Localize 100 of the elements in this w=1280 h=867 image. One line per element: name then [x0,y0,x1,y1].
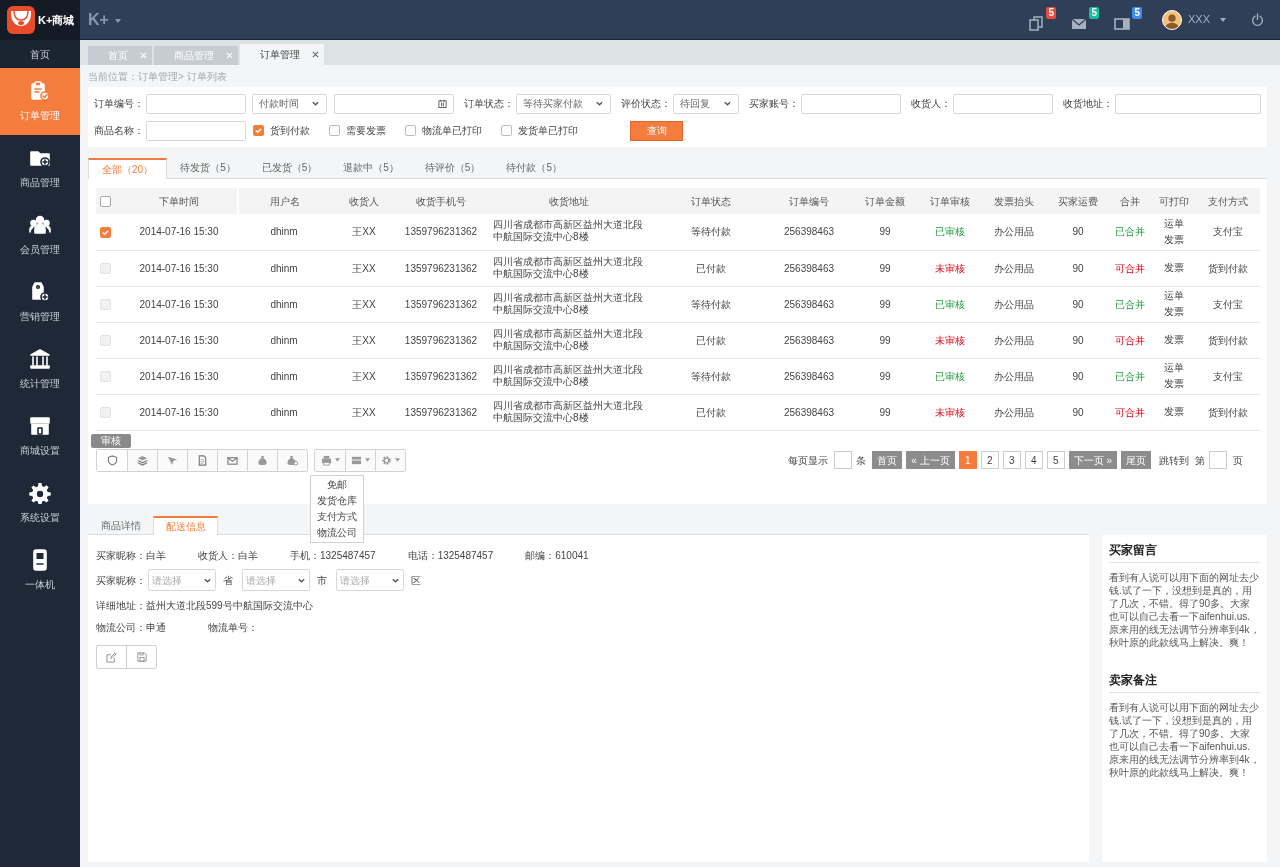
checkbox[interactable] [253,125,264,136]
menu-item[interactable]: 物流公司 [317,524,357,541]
toolbar-button[interactable] [217,449,247,471]
store-icon [29,415,51,437]
page-button[interactable]: 5 [1046,451,1065,469]
page-button[interactable]: 3 [1002,451,1021,469]
merge-status: 已合并 [1115,298,1145,310]
table-cell: 90 [1072,370,1084,382]
page-tab[interactable]: 订单管理 [240,44,324,65]
sidebar-item[interactable]: 首页 [0,40,80,68]
table-cell: 1359796231362 [404,370,478,382]
toolbar-button[interactable] [277,449,307,471]
sidebar-item[interactable]: 统计管理 [0,336,80,403]
region-suffix: 省 [223,573,233,588]
sidebar-item[interactable]: 一体机 [0,537,80,604]
text-field[interactable] [1115,93,1261,114]
menu-item[interactable]: 免邮 [327,476,347,493]
table-cell: 256398463 [783,406,835,418]
menu-item[interactable]: 发货仓库 [317,492,357,509]
dropdown-button[interactable] [375,449,405,471]
checkbox-label: 发货单已打印 [518,124,578,138]
per-page-field[interactable] [834,451,853,469]
chevron-down-icon [311,99,320,108]
page-button[interactable]: 4 [1024,451,1043,469]
checkbox[interactable] [501,125,512,136]
table-cell-text: 四川省成都市高新区益州大道北段中航国际交流中心8楼 [493,219,644,244]
column-header: 收货手机号 [416,195,466,207]
caret-icon[interactable] [113,17,122,25]
sidebar-item[interactable]: 营销管理 [0,269,80,336]
status-tab[interactable]: 已发货（5） [248,157,331,178]
table-cell: 90 [1072,334,1084,346]
caret-icon[interactable] [1219,15,1227,24]
notification-button[interactable]: 5 [1114,6,1142,33]
table-cell: 货到付款 [1208,334,1248,346]
checkbox[interactable] [405,125,416,136]
checkbox[interactable] [100,227,111,239]
table-cell: 1359796231362 [404,262,478,274]
toolbar-button[interactable] [127,449,157,471]
close-icon[interactable] [312,51,319,58]
detail-tab[interactable]: 商品详情 [88,516,153,534]
caret-icon [395,458,400,462]
toolbar-button[interactable] [187,449,217,471]
table-cell: 支付宝 [1213,298,1243,310]
text-field[interactable] [146,120,246,141]
table-cell: 90 [1072,262,1084,274]
status-tab[interactable]: 待评价（5） [411,157,494,178]
page-button[interactable]: 2 [980,451,999,469]
table-cell: 256398463 [783,262,835,274]
table-cell: 1359796231362 [404,334,478,346]
table-cell: 256398463 [783,298,835,310]
dropdown-button[interactable] [315,449,345,471]
date-field[interactable] [334,93,454,114]
notification-button[interactable]: 5 [1028,6,1056,33]
breadcrumb: 当前位置：订单管理> 订单列表 [88,69,227,84]
toolbar-button[interactable] [247,449,277,471]
page-number-field[interactable] [1209,451,1227,469]
column-header: 订单编号 [789,195,829,207]
status-tab[interactable]: 待付款（5） [493,157,575,178]
menu-item[interactable]: 支付方式 [317,508,357,525]
table-cell: 王XX [352,406,376,418]
user-name[interactable]: XXX [1188,11,1210,28]
checkbox[interactable] [100,196,111,208]
dropdown-button[interactable] [345,449,375,471]
checkbox[interactable] [329,125,340,136]
info-text: 买家昵称：白羊 [96,548,166,563]
table-cell: 货到付款 [1208,406,1248,418]
audit-status: 未审核 [935,406,965,418]
settings-icon [381,454,392,466]
sidebar-item[interactable]: 商城设置 [0,403,80,470]
toolbar-button[interactable] [157,449,187,471]
sidebar-item[interactable]: 商品管理 [0,135,80,202]
sidebar-item[interactable]: 会员管理 [0,202,80,269]
power-icon[interactable] [1251,13,1264,26]
checkbox-label: 需要发票 [346,124,386,138]
text-field[interactable] [953,93,1053,114]
chevron-down-icon [723,99,732,108]
column-header: 可打印 [1159,195,1189,207]
dropdown[interactable]: 待回复 [673,93,739,114]
dropdown[interactable]: 付款时间 [252,93,327,114]
printable-item: 发票 [1163,333,1185,347]
printable-item: 运单 [1163,216,1185,231]
text-field[interactable] [801,93,901,114]
cursor-icon [167,454,178,466]
group-icon [29,214,51,236]
checkbox-label: 货到付款 [270,124,310,138]
table-cell: 256398463 [783,226,835,238]
table-cell: 王XX [352,298,376,310]
dropdown[interactable]: 等待买家付款 [516,93,611,114]
table-cell: dhinm [270,406,298,418]
status-tab[interactable]: 退款中（5） [330,157,412,178]
sidebar-item[interactable]: 系统设置 [0,470,80,537]
table-cell: 256398463 [783,334,835,346]
audit-status: 已审核 [935,370,965,382]
status-tab[interactable]: 待发货（5） [167,157,249,178]
printer-icon [320,454,332,466]
count-badge: 5 [1132,6,1142,19]
building-icon [29,348,51,370]
table-cell: 已付款 [696,406,726,418]
avatar-icon[interactable] [1162,9,1182,30]
text-field[interactable] [146,93,246,114]
